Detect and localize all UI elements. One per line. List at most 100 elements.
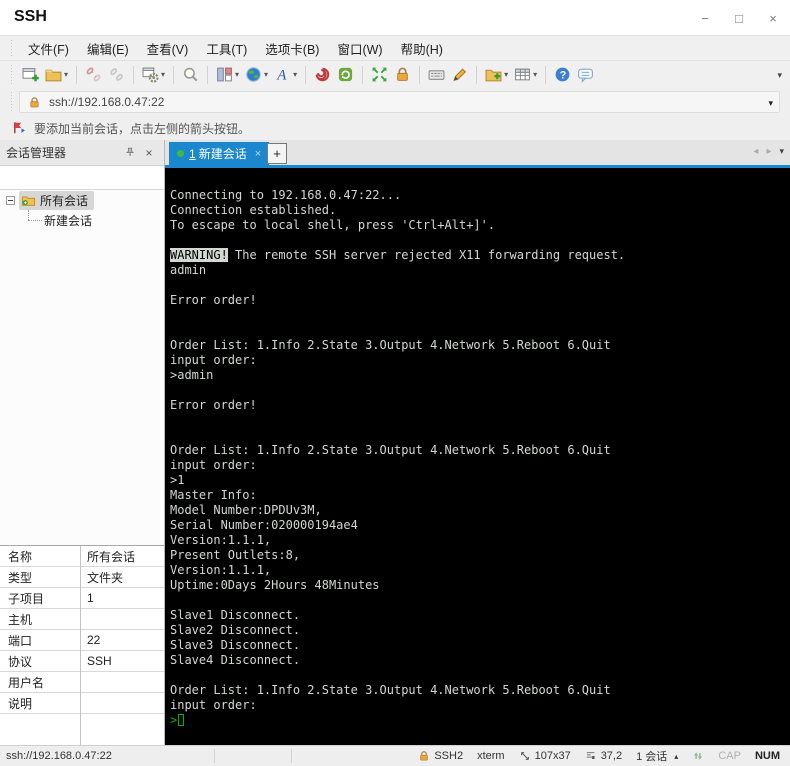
properties-table: 名称 所有会话 类型 文件夹 子项目 1 主机 端口 22 协议 SSH 用户名 说明 bbox=[0, 545, 164, 745]
disconnect-button[interactable] bbox=[82, 63, 105, 87]
keyboard-button[interactable] bbox=[425, 63, 448, 87]
flag-icon bbox=[14, 122, 25, 134]
feedback-icon bbox=[578, 68, 594, 83]
menu-item[interactable]: 工具(T) bbox=[197, 36, 256, 61]
lock-button[interactable] bbox=[391, 63, 414, 87]
property-row: 用户名 bbox=[0, 672, 164, 693]
property-label: 协议 bbox=[8, 654, 33, 669]
font-button[interactable]: A ▾ bbox=[271, 63, 300, 87]
menu-item[interactable]: 帮助(H) bbox=[392, 36, 452, 61]
tab-scroll-right-icon[interactable]: ▸ bbox=[766, 146, 771, 157]
tree-item-label[interactable]: 新建会话 bbox=[44, 212, 92, 229]
status-item-label: xterm bbox=[477, 750, 505, 762]
maximize-button[interactable]: □ bbox=[722, 0, 756, 36]
menu-item[interactable]: 文件(F) bbox=[19, 36, 78, 61]
minimize-button[interactable]: − bbox=[688, 0, 722, 36]
session-properties-button[interactable]: ▾ bbox=[139, 63, 168, 87]
property-label: 说明 bbox=[8, 696, 33, 711]
folder-icon bbox=[21, 193, 36, 207]
address-url[interactable]: ssh://192.168.0.47:22 bbox=[49, 95, 164, 109]
tree-item-label[interactable]: 所有会话 bbox=[40, 192, 88, 209]
menu-item[interactable]: 选项卡(B) bbox=[256, 36, 328, 61]
help-button[interactable]: ? bbox=[551, 63, 574, 87]
toolbar-separator bbox=[476, 65, 478, 84]
fullscreen-button[interactable] bbox=[368, 63, 391, 87]
new-file-button[interactable]: ▾ bbox=[482, 63, 511, 87]
menu-grip[interactable] bbox=[10, 39, 15, 57]
dropdown-caret-icon[interactable]: ▾ bbox=[533, 70, 537, 79]
status-item-num[interactable]: NUM bbox=[755, 750, 780, 762]
title-bar: SSH − □ × bbox=[0, 0, 790, 36]
property-value: SSH bbox=[87, 654, 112, 668]
open-folder-button[interactable]: ▾ bbox=[42, 63, 71, 87]
dropdown-caret-icon[interactable]: ▾ bbox=[504, 70, 508, 79]
compose-button[interactable] bbox=[448, 63, 471, 87]
address-dropdown-icon[interactable]: ▾ bbox=[768, 98, 773, 109]
status-item-label: 1 会话 bbox=[636, 751, 668, 763]
new-file-icon bbox=[485, 69, 502, 82]
menu-item[interactable]: 编辑(E) bbox=[78, 36, 138, 61]
dropdown-caret-icon[interactable]: ▾ bbox=[161, 70, 165, 79]
status-item-xterm[interactable]: xterm bbox=[477, 750, 505, 762]
menu-item[interactable]: 查看(V) bbox=[138, 36, 198, 61]
pin-icon[interactable] bbox=[122, 144, 140, 162]
open-folder-icon bbox=[45, 69, 62, 82]
tab-list-dropdown-icon[interactable]: ▾ bbox=[779, 146, 784, 157]
status-item-1-[interactable]: 1 会话 ▴ bbox=[636, 748, 678, 764]
toolbar-grip[interactable] bbox=[10, 65, 15, 84]
session-properties-icon bbox=[142, 67, 159, 83]
tree-item-new-session[interactable]: 新建会话 bbox=[0, 210, 164, 230]
tab-scroll-left-icon[interactable]: ◂ bbox=[753, 146, 758, 157]
toolbar-overflow-icon[interactable]: ▾ bbox=[777, 70, 782, 81]
status-dropdown-caret-icon[interactable]: ▴ bbox=[674, 752, 678, 761]
find-button[interactable] bbox=[179, 63, 202, 87]
reconnect-button[interactable] bbox=[105, 63, 128, 87]
status-item-cap[interactable]: CAP bbox=[718, 750, 741, 762]
property-row: 协议 SSH bbox=[0, 651, 164, 672]
menu-item[interactable]: 窗口(W) bbox=[328, 36, 391, 61]
status-item-label: SSH2 bbox=[434, 750, 464, 762]
dropdown-caret-icon[interactable]: ▾ bbox=[64, 70, 68, 79]
new-tab-button[interactable]: + bbox=[267, 143, 287, 164]
layout-button[interactable]: ▾ bbox=[213, 63, 242, 87]
address-field[interactable]: ssh://192.168.0.47:22 ▾ bbox=[19, 91, 780, 113]
dropdown-caret-icon[interactable]: ▾ bbox=[235, 70, 239, 79]
update-button[interactable] bbox=[334, 63, 357, 87]
tab-close-icon[interactable]: × bbox=[255, 148, 261, 160]
cursor-pos-icon bbox=[586, 752, 595, 759]
web-button[interactable]: ▾ bbox=[242, 63, 271, 87]
tab-new-session[interactable]: 1 新建会话 × bbox=[169, 142, 270, 165]
grid-button[interactable]: ▾ bbox=[511, 63, 540, 87]
tree-item-all-sessions[interactable]: 所有会话 bbox=[0, 190, 164, 210]
svg-text:A: A bbox=[276, 68, 287, 83]
status-item[interactable] bbox=[692, 750, 704, 762]
status-item-107x37[interactable]: 107x37 bbox=[519, 750, 571, 762]
session-search-input[interactable] bbox=[0, 170, 167, 185]
terminal-area: 1 新建会话 × + ◂ ▸ ▾ Connecting to 192.168.0… bbox=[165, 140, 790, 745]
property-row: 主机 bbox=[0, 609, 164, 630]
trace-button[interactable] bbox=[311, 63, 334, 87]
terminal-line: >1 bbox=[170, 473, 185, 487]
toolbar-separator bbox=[305, 65, 307, 84]
terminal-line: Connecting to 192.168.0.47:22... bbox=[170, 188, 402, 202]
keyboard-icon bbox=[428, 70, 445, 80]
dropdown-caret-icon[interactable]: ▾ bbox=[293, 70, 297, 79]
feedback-button[interactable] bbox=[574, 63, 597, 87]
menu-bar: 文件(F) 编辑(E) 查看(V) 工具(T) 选项卡(B) 窗口(W) 帮助(H) bbox=[0, 36, 790, 60]
lock-icon bbox=[397, 67, 408, 81]
status-item-ssh2[interactable]: SSH2 bbox=[418, 750, 463, 762]
close-button[interactable]: × bbox=[756, 0, 790, 36]
status-item-37-2[interactable]: 37,2 bbox=[585, 750, 622, 762]
note-bar: 要添加当前会话，点击左侧的箭头按钮。 bbox=[0, 116, 790, 140]
address-grip[interactable] bbox=[10, 92, 15, 112]
new-session-button[interactable] bbox=[19, 63, 42, 87]
property-row: 子项目 1 bbox=[0, 588, 164, 609]
property-label: 主机 bbox=[8, 612, 33, 627]
toolbar-separator bbox=[545, 65, 547, 84]
tree-expander-icon[interactable] bbox=[6, 195, 15, 205]
panel-close-icon[interactable]: × bbox=[140, 144, 158, 162]
dropdown-caret-icon[interactable]: ▾ bbox=[264, 70, 268, 79]
terminal-output[interactable]: Connecting to 192.168.0.47:22... Connecti… bbox=[165, 168, 790, 745]
